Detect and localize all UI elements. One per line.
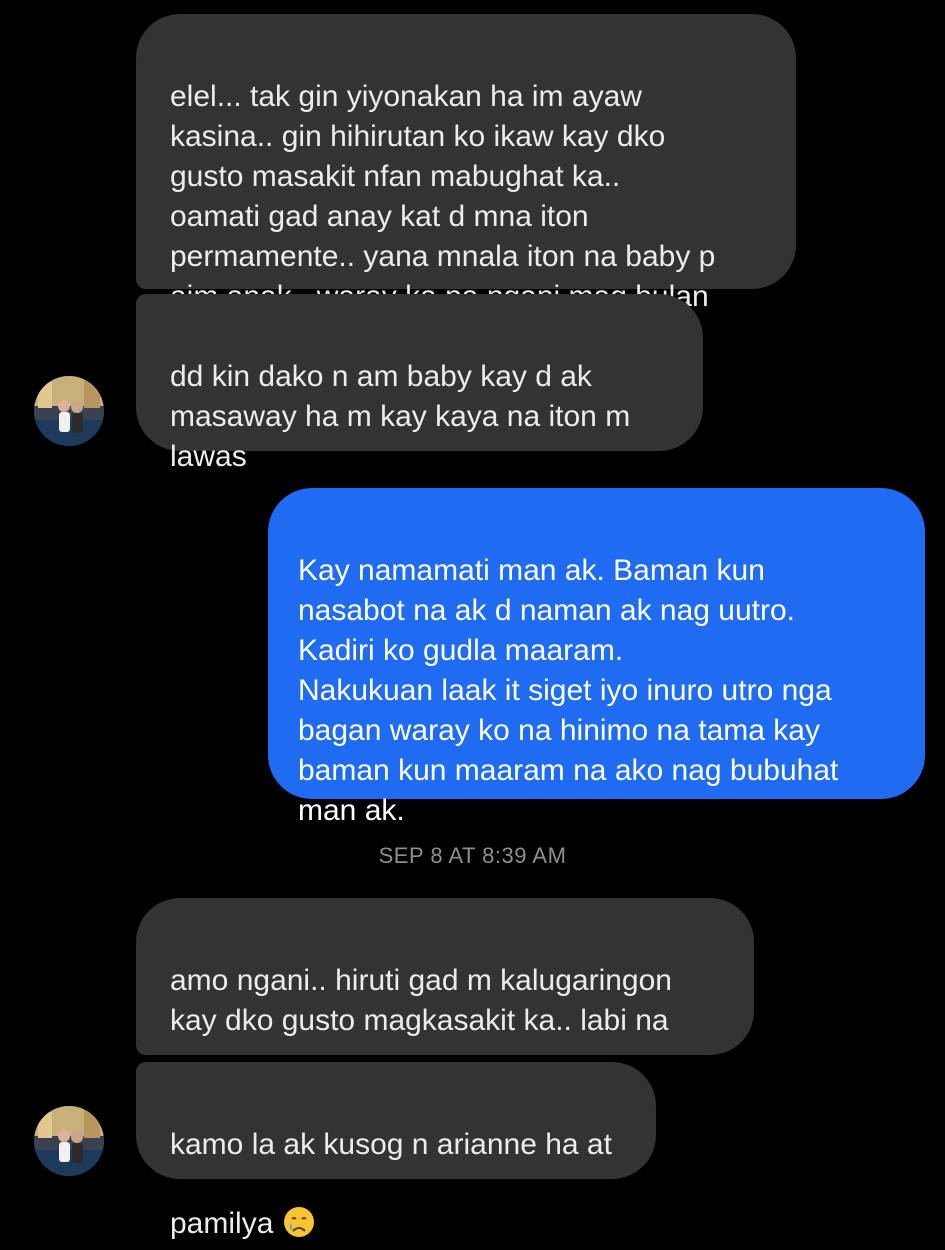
- message-text: kamo la ak kusog n arianne ha at pamilya: [170, 1128, 612, 1240]
- avatar-photo-icon: [34, 1106, 104, 1176]
- message-bubble-outgoing[interactable]: Kay namamati man ak. Baman kun nasabot n…: [268, 488, 925, 827]
- message-text: elel... tak gin yiyonakan ha im ayaw kas…: [170, 80, 716, 313]
- avatar-photo-icon: [34, 376, 104, 446]
- message-text: dd kin dako n am baby kay d ak masaway h…: [170, 360, 631, 473]
- message-bubble-incoming[interactable]: elel... tak gin yiyonakan ha im ayaw kas…: [136, 14, 796, 313]
- contact-avatar[interactable]: [34, 376, 104, 446]
- timestamp-separator: SEP 8 AT 8:39 AM: [378, 843, 567, 868]
- message-bubble-incoming[interactable]: dd kin dako n am baby kay d ak masaway h…: [136, 294, 703, 473]
- chat-thread: elel... tak gin yiyonakan ha im ayaw kas…: [0, 0, 945, 1240]
- message-text: Kay namamati man ak. Baman kun nasabot n…: [298, 554, 839, 827]
- crying-face-emoji: [282, 1165, 316, 1237]
- message-bubble-incoming[interactable]: kamo la ak kusog n arianne ha at pamilya: [136, 1062, 656, 1240]
- message-bubble-incoming[interactable]: amo ngani.. hiruti gad m kalugaringon ka…: [136, 898, 754, 1116]
- contact-avatar[interactable]: [34, 1106, 104, 1176]
